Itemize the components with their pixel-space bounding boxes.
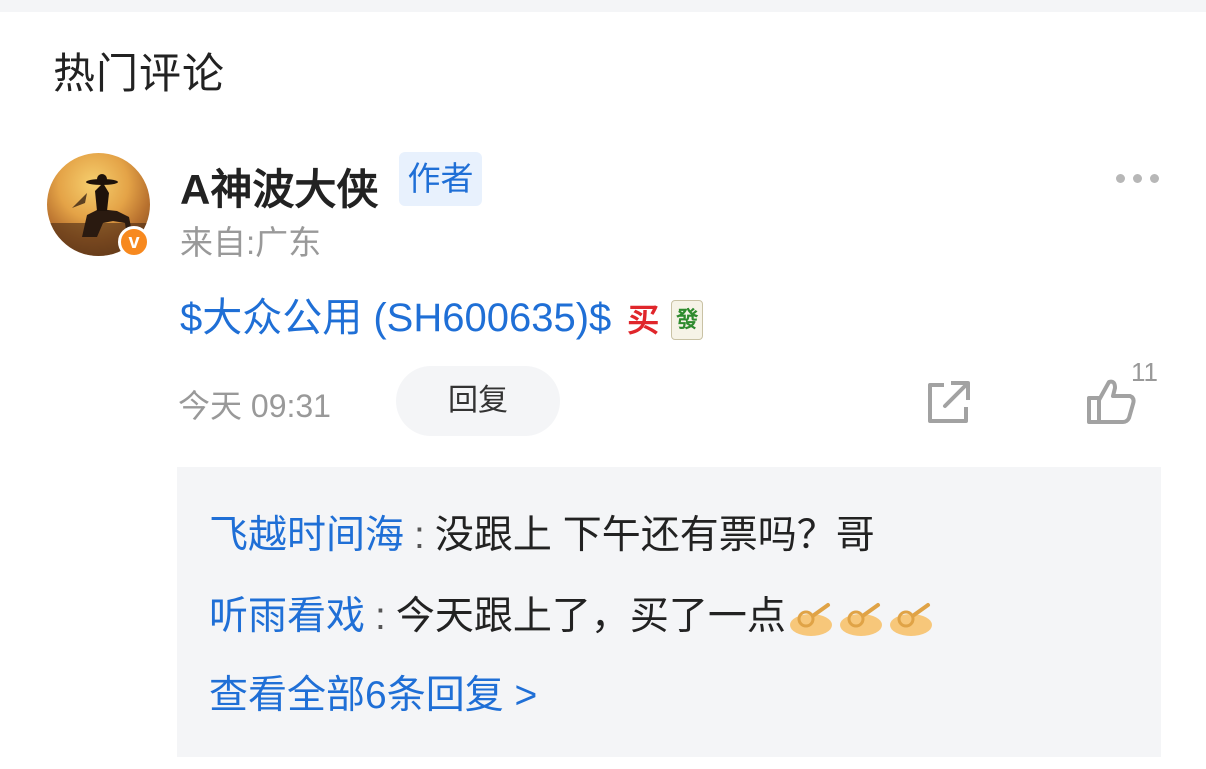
reply-author[interactable]: 听雨看戏 [209,595,365,638]
comment-content: $大众公用 (SH600635)$ 买發 [180,285,704,343]
timestamp: 今天 09:31 [178,388,331,424]
buy-emoji-icon: 买 [627,302,660,339]
more-dots-icon[interactable] [1112,170,1162,186]
stock-link[interactable]: $大众公用 (SH600635)$ [180,296,611,340]
reply-item[interactable]: 听雨看戏: 今天跟上了，买了一点 [209,585,936,641]
author-tag: 作者 [399,152,482,206]
top-divider [0,0,1206,12]
location-label: 来自:广东 [180,224,322,261]
view-all-replies-link[interactable]: 查看全部6条回复 > [209,664,537,720]
reply-text: 没跟上 下午还有票吗？哥 [434,514,875,557]
ok-hand-emoji-icon [789,602,832,636]
reply-text: 今天跟上了，买了一点 [395,595,786,638]
username[interactable]: A神波大侠 [180,156,378,217]
reply-author[interactable]: 飞越时间海 [209,514,404,557]
ok-hand-emoji-icon [889,602,932,636]
share-icon[interactable] [922,377,972,427]
section-title: 热门评论 [53,50,226,97]
ok-hand-emoji-icon [839,602,882,636]
verified-v-icon: v [118,226,150,258]
reply-separator: : [375,595,386,638]
replies-panel: 飞越时间海: 没跟上 下午还有票吗？哥 听雨看戏: 今天跟上了，买了一点 查看全部6… [177,467,1161,757]
reply-button[interactable]: 回复 [396,366,560,436]
mahjong-fa-emoji-icon: 發 [671,300,704,341]
like-count: 11 [1131,357,1158,387]
reply-separator: : [414,514,425,557]
reply-item[interactable]: 飞越时间海: 没跟上 下午还有票吗？哥 [209,504,875,560]
